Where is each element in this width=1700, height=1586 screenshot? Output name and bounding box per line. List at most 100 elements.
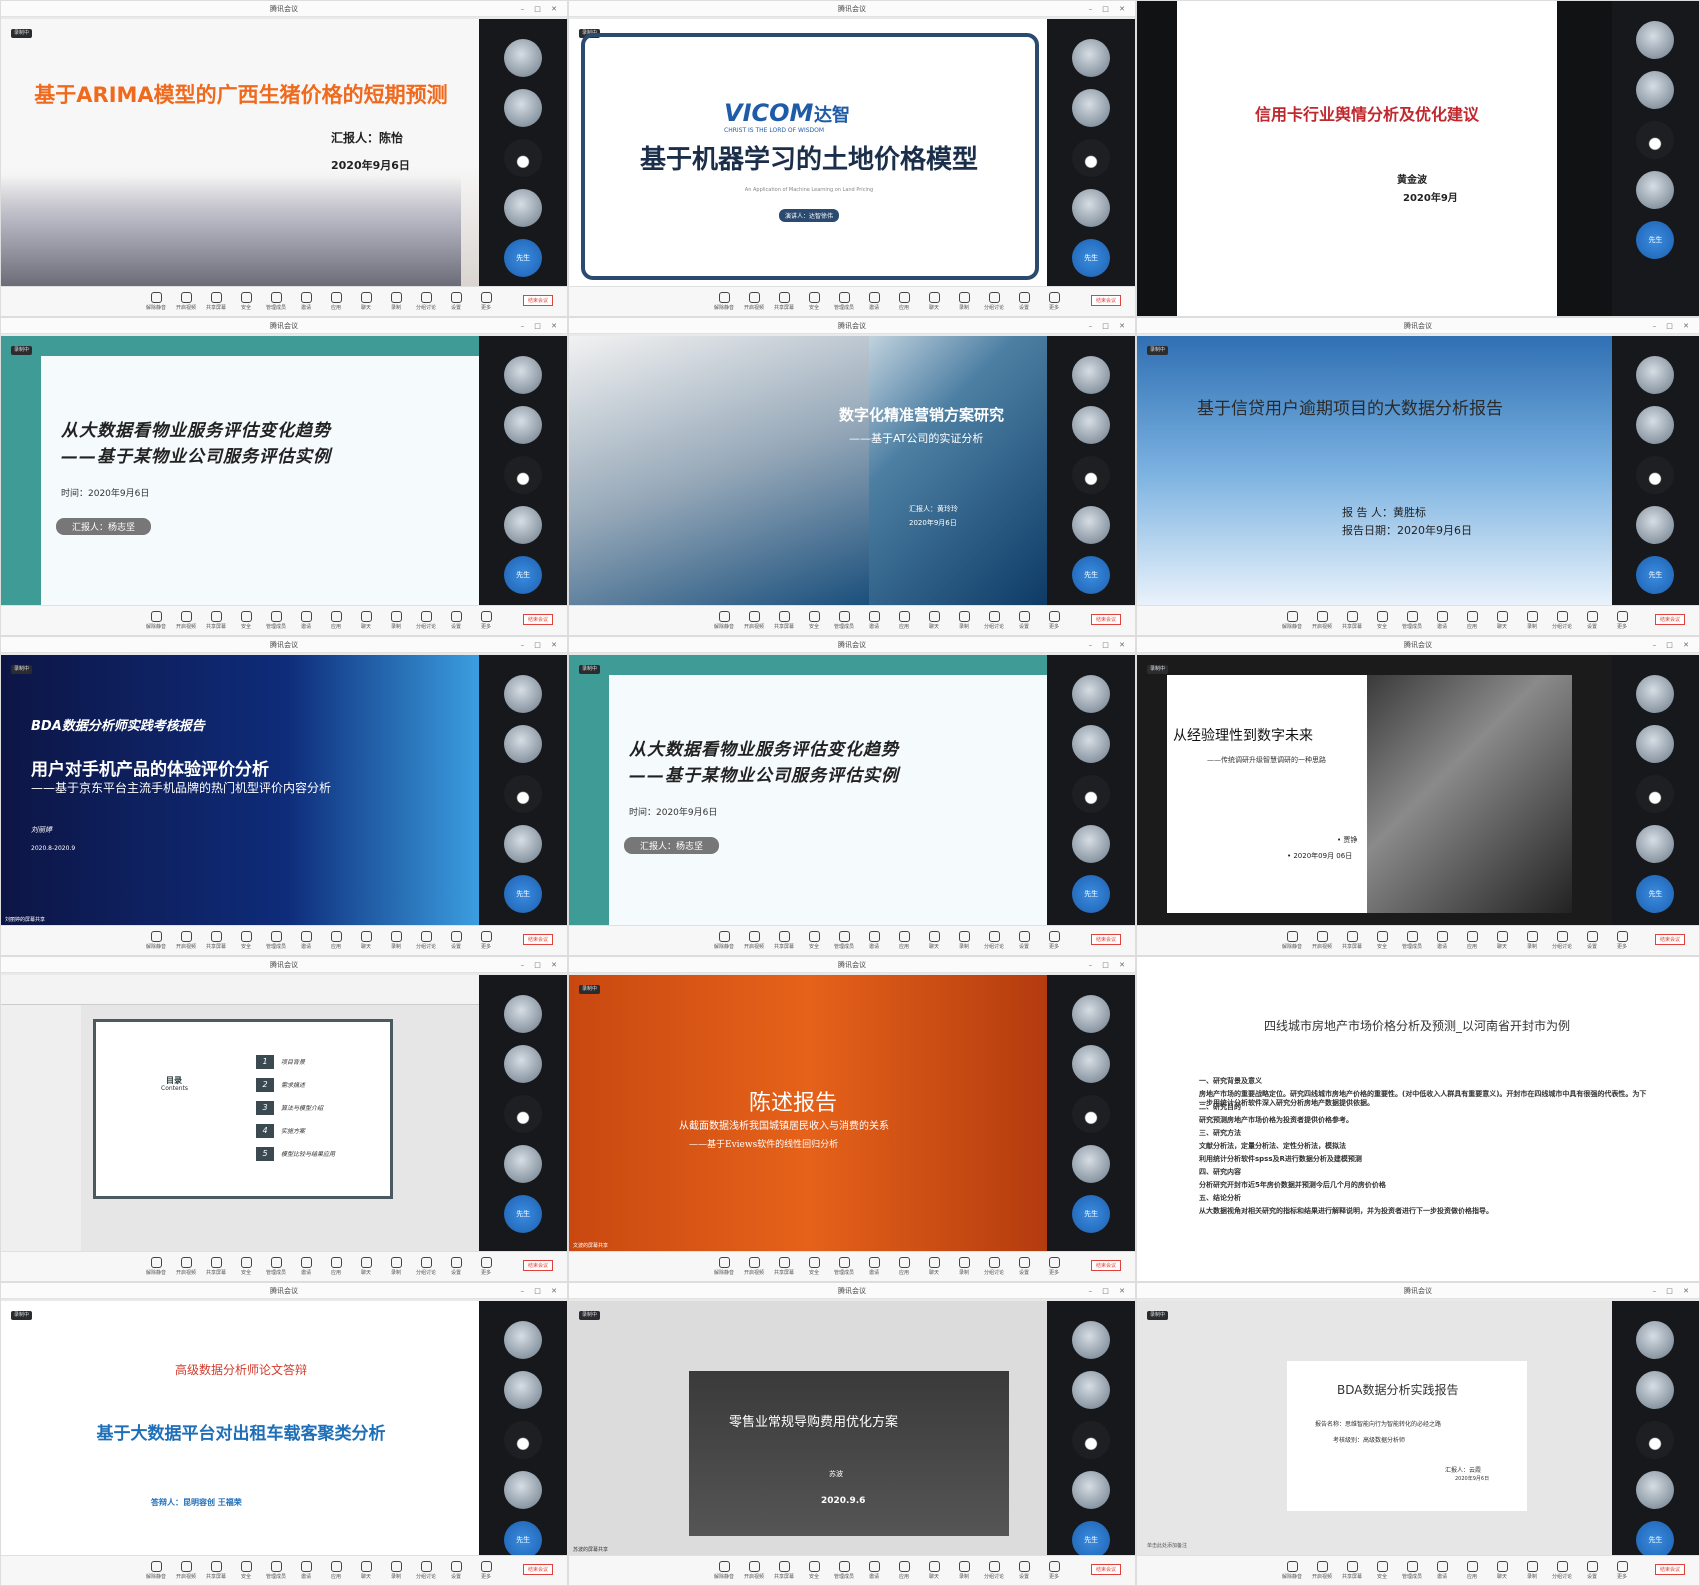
toolbar-button[interactable]: 邀请 [291,1561,321,1580]
end-meeting-button[interactable]: 结束会议 [1090,1564,1121,1575]
participant-avatar[interactable] [1636,825,1675,863]
participant-avatar[interactable] [1072,406,1111,444]
toolbar-button[interactable]: 开启视频 [1307,931,1337,950]
participant-avatar[interactable] [1072,189,1111,227]
end-meeting-button[interactable]: 结束会议 [522,934,553,945]
participant-avatar[interactable] [1072,1145,1111,1183]
toolbar-button[interactable]: 聊天 [1487,931,1517,950]
toolbar-button[interactable]: 管理成员 [261,1561,291,1580]
toolbar-button[interactable]: 共享屏幕 [201,931,231,950]
participant-avatar[interactable] [504,825,543,863]
toolbar-button[interactable]: 邀请 [859,292,889,311]
toolbar-button[interactable]: 录制 [381,931,411,950]
toolbar-button[interactable]: 解除静音 [141,1257,171,1276]
toolbar-button[interactable]: 聊天 [919,611,949,630]
toolbar-button[interactable]: 开启视频 [171,931,201,950]
participant-avatar[interactable]: 先生 [504,239,543,277]
toolbar-button[interactable]: 管理成员 [261,931,291,950]
toolbar-button[interactable]: 解除静音 [1277,931,1307,950]
toolbar-button[interactable]: 设置 [1577,931,1607,950]
participant-avatar[interactable] [1636,1471,1675,1509]
toolbar-button[interactable]: 录制 [949,931,979,950]
window-controls[interactable]: – □ ✕ [1089,318,1129,334]
toolbar-button[interactable]: 管理成员 [1397,611,1427,630]
toolbar-button[interactable]: 安全 [231,1257,261,1276]
toolbar-button[interactable]: 设置 [1009,931,1039,950]
toolbar-button[interactable]: 安全 [1367,1561,1397,1580]
toolbar-button[interactable]: 共享屏幕 [201,1257,231,1276]
end-meeting-button[interactable]: 结束会议 [1090,614,1121,625]
participant-avatar[interactable] [1072,356,1111,394]
window-controls[interactable]: – □ ✕ [1089,1,1129,17]
toolbar-button[interactable]: 应用 [889,1561,919,1580]
toolbar-button[interactable]: 安全 [231,931,261,950]
toolbar-button[interactable]: 安全 [799,611,829,630]
participant-avatar[interactable] [1072,139,1111,177]
toolbar-button[interactable]: 聊天 [351,292,381,311]
toolbar-button[interactable]: 分组讨论 [1547,931,1577,950]
end-meeting-button[interactable]: 结束会议 [522,295,553,306]
toolbar-button[interactable]: 解除静音 [141,292,171,311]
toolbar-button[interactable]: 应用 [321,611,351,630]
toolbar-button[interactable]: 开启视频 [1307,1561,1337,1580]
end-meeting-button[interactable]: 结束会议 [522,1260,553,1271]
toolbar-button[interactable]: 录制 [1517,1561,1547,1580]
toolbar-button[interactable]: 解除静音 [709,611,739,630]
end-meeting-button[interactable]: 结束会议 [522,1564,553,1575]
participant-avatar[interactable] [1636,725,1675,763]
toolbar-button[interactable]: 更多 [1607,931,1637,950]
toolbar-button[interactable]: 解除静音 [709,292,739,311]
end-meeting-button[interactable]: 结束会议 [1654,1564,1685,1575]
toolbar-button[interactable]: 设置 [1577,611,1607,630]
toolbar-button[interactable]: 分组讨论 [411,1257,441,1276]
toolbar-button[interactable]: 开启视频 [171,1257,201,1276]
participant-avatar[interactable] [1072,89,1111,127]
participant-avatar[interactable] [504,1371,543,1409]
participant-avatar[interactable]: 先生 [1072,1195,1111,1233]
toolbar-button[interactable]: 管理成员 [1397,931,1427,950]
toolbar-button[interactable]: 安全 [799,1561,829,1580]
participant-avatar[interactable] [504,356,543,394]
toolbar-button[interactable]: 开启视频 [739,931,769,950]
toolbar-button[interactable]: 分组讨论 [411,931,441,950]
participant-avatar[interactable] [504,725,543,763]
toolbar-button[interactable]: 安全 [231,292,261,311]
toolbar-button[interactable]: 设置 [441,1561,471,1580]
toolbar-button[interactable]: 设置 [1009,1561,1039,1580]
toolbar-button[interactable]: 设置 [441,931,471,950]
toolbar-button[interactable]: 安全 [799,931,829,950]
participant-avatar[interactable] [1072,1371,1111,1409]
toolbar-button[interactable]: 录制 [381,292,411,311]
toolbar-button[interactable]: 开启视频 [739,611,769,630]
toolbar-button[interactable]: 共享屏幕 [201,611,231,630]
toolbar-button[interactable]: 解除静音 [709,1257,739,1276]
participant-avatar[interactable] [504,139,543,177]
toolbar-button[interactable]: 分组讨论 [411,292,441,311]
toolbar-button[interactable]: 录制 [381,611,411,630]
toolbar-button[interactable]: 设置 [1009,611,1039,630]
participant-avatar[interactable] [504,995,543,1033]
toolbar-button[interactable]: 分组讨论 [979,1561,1009,1580]
toolbar-button[interactable]: 录制 [381,1561,411,1580]
participant-avatar[interactable] [504,1145,543,1183]
toolbar-button[interactable]: 更多 [471,1257,501,1276]
end-meeting-button[interactable]: 结束会议 [1654,614,1685,625]
participant-avatar[interactable] [1636,171,1675,209]
participant-avatar[interactable] [504,1321,543,1359]
toolbar-button[interactable]: 应用 [889,292,919,311]
participant-avatar[interactable] [1636,1321,1675,1359]
participant-avatar[interactable]: 先生 [504,1521,543,1559]
toolbar-button[interactable]: 解除静音 [141,931,171,950]
participant-avatar[interactable] [1636,406,1675,444]
toolbar-button[interactable]: 更多 [1039,611,1069,630]
toolbar-button[interactable]: 录制 [1517,931,1547,950]
toolbar-button[interactable]: 邀请 [1427,1561,1457,1580]
toolbar-button[interactable]: 应用 [321,292,351,311]
toolbar-button[interactable]: 分组讨论 [411,611,441,630]
participant-avatar[interactable] [504,1421,543,1459]
participant-avatar[interactable] [1072,775,1111,813]
participant-avatar[interactable] [1072,1045,1111,1083]
participant-avatar[interactable]: 先生 [1072,875,1111,913]
participant-avatar[interactable] [504,775,543,813]
toolbar-button[interactable]: 解除静音 [141,611,171,630]
